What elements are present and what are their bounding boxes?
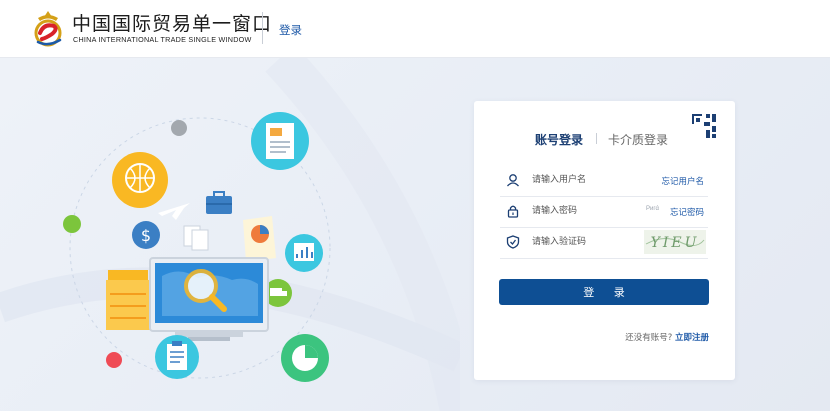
forgot-password-link[interactable]: 忘记密码 bbox=[670, 206, 704, 218]
folders-icon bbox=[106, 270, 150, 330]
captcha-input[interactable] bbox=[532, 234, 632, 250]
qr-code-switch-icon[interactable] bbox=[690, 112, 718, 140]
pie-chart-paper-icon bbox=[243, 216, 276, 262]
login-card: 账号登录 卡介质登录 忘记用户名 Ригά 忘记密码 bbox=[474, 101, 735, 380]
gray-dot bbox=[171, 120, 187, 136]
growth-chart-icon bbox=[285, 234, 323, 272]
pie-chart-icon bbox=[281, 334, 329, 382]
clipboard-icon bbox=[155, 335, 199, 379]
red-dot bbox=[106, 352, 122, 368]
user-icon bbox=[507, 174, 519, 187]
captcha-field-row: YIEU bbox=[500, 227, 708, 259]
document-icon bbox=[251, 112, 309, 170]
register-prompt: 还没有账号? 立即注册 bbox=[625, 331, 709, 343]
svg-text:$: $ bbox=[141, 226, 151, 245]
password-field-row: Ригά 忘记密码 bbox=[500, 196, 708, 228]
briefcase-icon bbox=[206, 191, 232, 214]
captcha-image[interactable]: YIEU bbox=[644, 230, 706, 254]
password-strength-hint: Ригά bbox=[645, 206, 659, 212]
password-input[interactable] bbox=[532, 203, 632, 219]
dollar-icon: $ bbox=[132, 221, 160, 249]
globe-cart-icon bbox=[112, 152, 168, 208]
username-input[interactable] bbox=[532, 172, 632, 188]
shield-check-icon bbox=[506, 235, 520, 249]
username-field-row: 忘记用户名 bbox=[500, 165, 708, 197]
tab-separator bbox=[596, 133, 597, 144]
monitor-search-icon bbox=[149, 257, 269, 341]
site-title: 中国国际贸易单一窗口 bbox=[72, 13, 273, 35]
single-window-logo-icon bbox=[34, 11, 62, 47]
tab-card-login[interactable]: 卡介质登录 bbox=[608, 131, 668, 148]
trade-illustration: $ bbox=[0, 58, 460, 411]
top-header: 中国国际贸易单一窗口 CHINA INTERNATIONAL TRADE SIN… bbox=[0, 0, 830, 58]
header-login-link[interactable]: 登录 bbox=[279, 22, 302, 38]
no-account-text: 还没有账号? bbox=[625, 333, 673, 343]
forgot-username-link[interactable]: 忘记用户名 bbox=[661, 175, 704, 187]
register-link[interactable]: 立即注册 bbox=[675, 333, 709, 343]
captcha-code: YIEU bbox=[651, 235, 700, 251]
tab-account-login[interactable]: 账号登录 bbox=[535, 131, 583, 148]
main-area: $ 账号登录 卡介质登录 请输入用户名 忘记用户名 Ригά 忘记密码 请输入验… bbox=[0, 58, 830, 411]
login-button[interactable]: 登 录 bbox=[499, 279, 709, 305]
green-dot bbox=[63, 215, 81, 233]
airplane-icon bbox=[158, 203, 190, 220]
network-docs-icon bbox=[183, 225, 209, 251]
header-divider bbox=[262, 12, 263, 44]
lock-icon bbox=[507, 205, 519, 218]
site-subtitle: CHINA INTERNATIONAL TRADE SINGLE WINDOW bbox=[73, 35, 252, 44]
